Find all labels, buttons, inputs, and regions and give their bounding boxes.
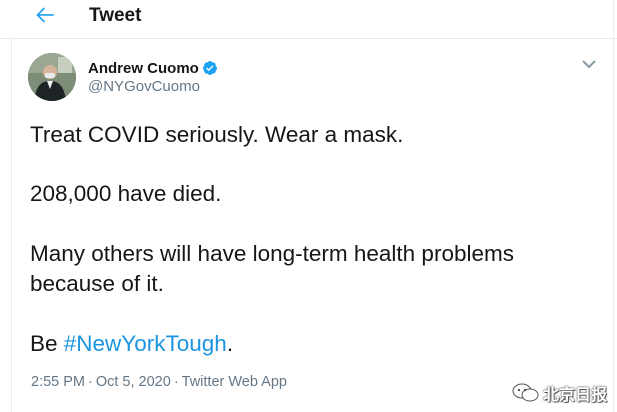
meta-separator: · [173,374,179,390]
tweet-text-line: Many others will have long-term health p… [30,241,514,266]
tweet-text-suffix: . [226,331,234,356]
avatar-image [28,53,76,101]
chevron-down-icon[interactable] [580,57,598,71]
verified-badge-icon [202,61,217,75]
author-name-row[interactable]: Andrew Cuomo [88,58,218,78]
author-display-name: Andrew Cuomo [88,59,199,77]
tweet-text-line: Treat COVID seriously. Wear a mask. [30,122,404,147]
watermark-text: 北京日报 [543,385,608,404]
column-divider-left [11,38,12,412]
tweet-date[interactable]: Oct 5, 2020 [96,374,171,390]
tweet-text-prefix: Be [30,331,64,356]
tweet-metadata: 2:55 PM · Oct 5, 2020 · Twitter Web App [31,374,287,390]
author-handle[interactable]: @NYGovCuomo [88,78,200,95]
meta-separator: · [88,374,93,390]
tweet-text-line: 208,000 have died. [30,181,222,206]
column-divider-right [613,0,614,412]
wechat-icon [512,383,539,402]
hashtag-link[interactable]: #NewYorkTough [64,331,227,356]
page-header: Tweet [0,0,617,39]
arrow-left-icon [36,7,54,23]
tweet-time[interactable]: 2:55 PM [31,374,85,390]
tweet-text-line: because of it. [30,271,164,296]
back-button[interactable] [32,2,58,28]
tweet-text-line: Be #NewYorkTough. [30,331,233,357]
tweet-source[interactable]: Twitter Web App [182,374,287,390]
avatar[interactable] [28,53,76,101]
page-title: Tweet [89,5,142,26]
watermark: 北京日报 [511,374,607,412]
